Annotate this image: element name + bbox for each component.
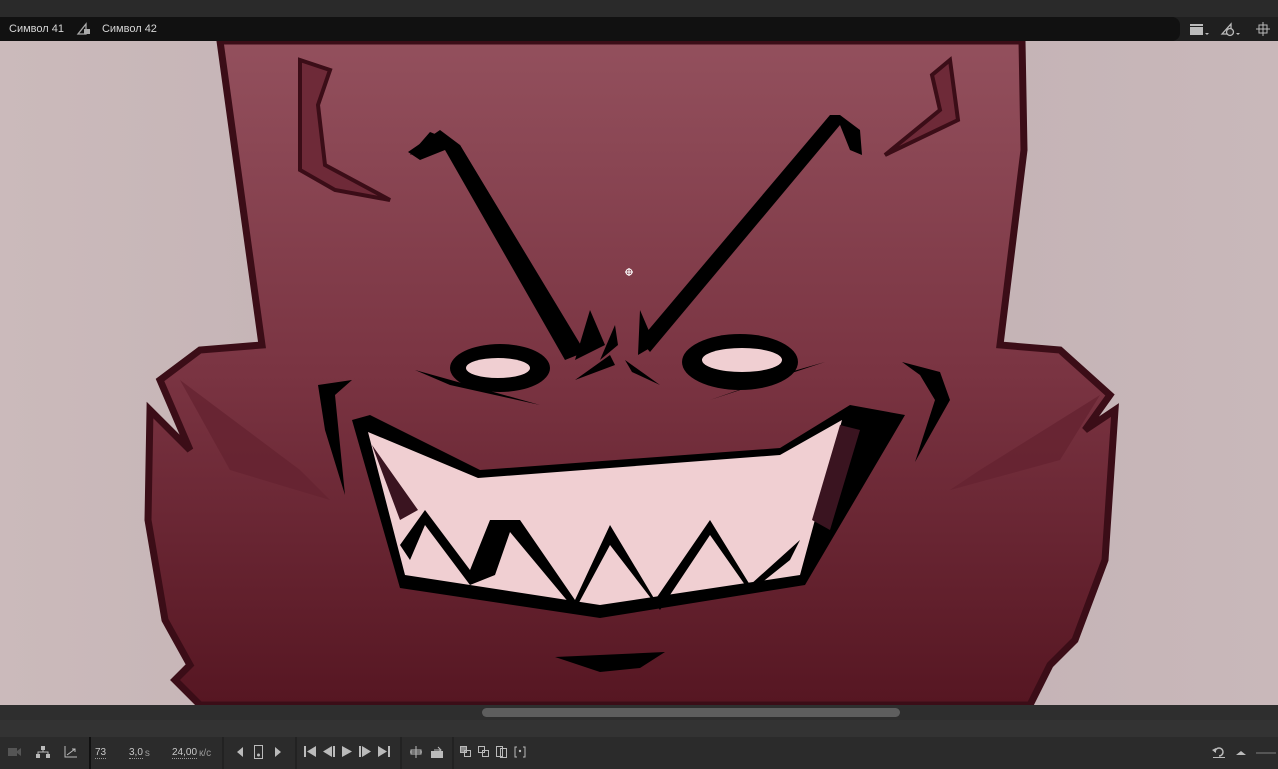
time-unit: s: [144, 747, 150, 759]
frame-rate[interactable]: 24,00: [172, 747, 198, 759]
first-frame-icon[interactable]: [304, 746, 316, 760]
scrollbar-thumb[interactable]: [482, 708, 900, 717]
graphic-symbol-icon: [76, 22, 92, 36]
last-frame-icon[interactable]: [378, 746, 390, 760]
onion-outline-icon[interactable]: [460, 746, 471, 760]
breadcrumb: [0, 17, 1180, 41]
zoom-out-icon[interactable]: [1236, 747, 1246, 759]
scene-clapper-icon[interactable]: [1188, 21, 1210, 37]
onion-range-icon[interactable]: [496, 745, 507, 761]
stage-canvas[interactable]: [0, 41, 1278, 705]
camera-icon[interactable]: [8, 746, 22, 761]
layer-parenting-icon[interactable]: [36, 745, 50, 761]
graph-icon[interactable]: [64, 745, 78, 761]
play-icon[interactable]: [342, 746, 352, 760]
horizontal-scrollbar[interactable]: [0, 705, 1278, 720]
timeline-controls: 73 3,0 s 24,00 к/с: [0, 737, 1278, 769]
step-forward-icon[interactable]: [359, 746, 371, 760]
fps-unit: к/с: [199, 747, 212, 759]
character-artwork: [0, 41, 1278, 705]
current-time[interactable]: 3,0: [129, 747, 143, 759]
edit-multiple-icon[interactable]: [478, 746, 489, 760]
symbol-edit-icon[interactable]: [1220, 21, 1242, 37]
current-frame[interactable]: 73: [95, 747, 107, 759]
breadcrumb-item-symbol-41[interactable]: Символ 41: [9, 23, 64, 35]
top-strip: [0, 0, 1278, 17]
edit-bar: Символ 41 Символ 42: [0, 17, 1278, 41]
next-keyframe-icon[interactable]: [274, 746, 282, 761]
center-stage-icon[interactable]: [1252, 21, 1274, 37]
prev-keyframe-icon[interactable]: [236, 746, 244, 761]
step-back-icon[interactable]: [323, 746, 335, 760]
fit-frames-icon[interactable]: [514, 746, 526, 761]
loop-icon[interactable]: [410, 745, 422, 761]
onion-skin-icon[interactable]: [430, 746, 444, 761]
add-keyframe-icon[interactable]: [254, 744, 264, 762]
zoom-slider[interactable]: [1256, 752, 1276, 754]
breadcrumb-item-symbol-42[interactable]: Символ 42: [102, 23, 157, 35]
undo-icon[interactable]: [1212, 746, 1226, 761]
